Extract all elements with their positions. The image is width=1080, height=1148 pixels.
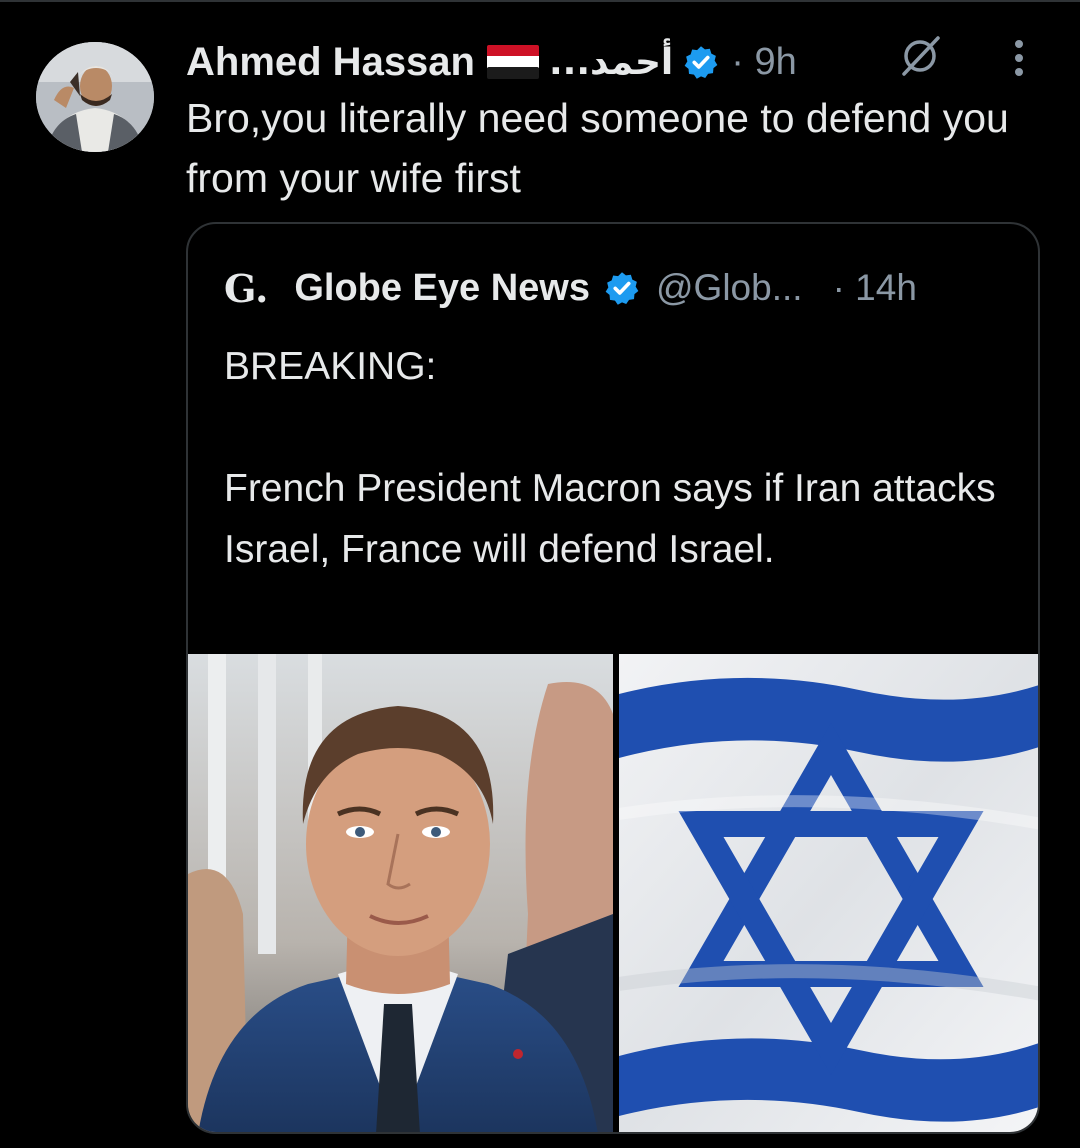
- reply-text: Bro,you literally need someone to defend…: [186, 95, 1009, 201]
- more-options-icon[interactable]: [1004, 36, 1034, 80]
- quoted-tweet[interactable]: G. Globe Eye News @Glob... · 14h BREAKIN…: [186, 222, 1040, 1134]
- macron-photo[interactable]: [188, 654, 613, 1132]
- avatar[interactable]: [36, 42, 154, 152]
- grok-icon[interactable]: [898, 34, 942, 78]
- quoted-author-name[interactable]: Globe Eye News: [294, 267, 590, 310]
- quoted-text: BREAKING: French President Macron says i…: [224, 336, 1004, 580]
- israel-flag-image[interactable]: [617, 654, 1038, 1132]
- quoted-header: G. Globe Eye News @Glob... · 14h: [224, 260, 1024, 316]
- quoted-text-line: French President Macron says if Iran att…: [224, 467, 996, 571]
- verified-badge-icon: [604, 270, 640, 306]
- reply-time[interactable]: · 9h: [731, 41, 796, 84]
- author-arabic-name[interactable]: أحمد...: [549, 42, 673, 83]
- quoted-time[interactable]: · 14h: [833, 267, 917, 309]
- yemen-flag-icon: [486, 45, 539, 79]
- quoted-text-line: BREAKING:: [224, 345, 437, 388]
- globe-eye-logo[interactable]: G.: [224, 266, 268, 311]
- author-name[interactable]: Ahmed Hassan: [186, 40, 475, 85]
- top-divider: [0, 0, 1080, 2]
- verified-badge-icon: [683, 44, 719, 80]
- quoted-handle[interactable]: @Glob...: [656, 267, 803, 309]
